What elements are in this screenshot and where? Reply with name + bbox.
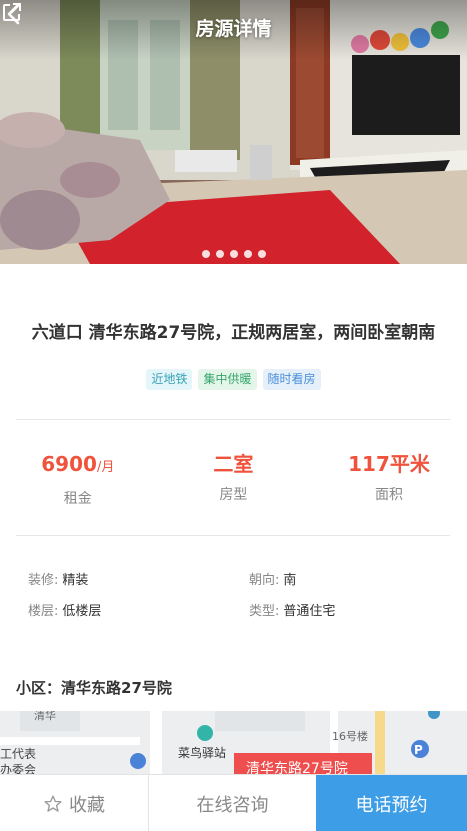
parcel-station-pin-icon: [197, 725, 213, 741]
tag-central-heating: 集中供暖: [198, 369, 257, 390]
online-consult-button[interactable]: 在线咨询: [149, 775, 316, 831]
page-title: 房源详情: [195, 18, 272, 40]
divider: [16, 535, 450, 536]
listing-photo[interactable]: 房源详情: [0, 0, 467, 264]
attr-orientation: 朝向: 南: [249, 573, 297, 588]
attr-floor: 楼层: 低楼层: [28, 604, 102, 619]
attr-decoration: 装修: 精装: [28, 573, 89, 588]
area-label: 面积: [374, 487, 403, 503]
area-value: 117平米: [348, 452, 430, 476]
gallery-dot[interactable]: [229, 250, 238, 258]
parking-icon: [130, 753, 146, 769]
stat-rent: 6900/月 租金: [0, 450, 156, 508]
rent-value: 6900/月: [41, 452, 115, 476]
map-label-station: 菜鸟驿站: [178, 746, 227, 760]
favorite-label: 收藏: [69, 794, 105, 816]
key-stats: 6900/月 租金 二室 房型 117平米 面积: [0, 450, 467, 508]
map-label-committee-1: 工代表: [0, 747, 37, 761]
map-illustration: P: [0, 711, 467, 776]
community-name: 小区：清华东路27号院: [16, 679, 172, 697]
gallery-pagination: [0, 250, 467, 258]
attr-type: 类型: 普通住宅: [249, 604, 336, 619]
listing-title: 六道口 清华东路27号院，正规两居室，两间卧室朝南: [31, 323, 436, 343]
tag-viewing-anytime: 随时看房: [262, 369, 321, 390]
gallery-dot[interactable]: [257, 250, 266, 258]
tag-near-subway: 近地铁: [146, 369, 193, 390]
layout-value: 二室: [213, 452, 254, 476]
top-navigation-bar: 房源详情: [0, 0, 467, 54]
map-label-building: 16号楼: [332, 730, 368, 743]
favorite-button[interactable]: 收藏: [0, 775, 149, 831]
svg-text:P: P: [414, 743, 423, 757]
share-icon[interactable]: [0, 0, 24, 24]
feature-tags: 近地铁 集中供暖 随时看房: [0, 369, 467, 390]
stat-area: 117平米 面积: [311, 450, 467, 508]
stat-layout: 二室 房型: [156, 450, 312, 508]
bottom-action-bar: 收藏 在线咨询 电话预约: [0, 774, 467, 831]
location-map[interactable]: P 清华 菜鸟驿站 16号楼 工代表 办委会 清华东路27号院: [0, 711, 467, 776]
map-label-top: 清华: [34, 711, 56, 722]
phone-booking-button[interactable]: 电话预约: [316, 775, 467, 831]
rent-label: 租金: [63, 491, 92, 507]
layout-label: 房型: [219, 487, 248, 503]
gallery-dot[interactable]: [243, 250, 252, 258]
divider: [16, 419, 450, 420]
star-icon: [44, 794, 62, 812]
gallery-dot[interactable]: [215, 250, 224, 258]
gallery-dot[interactable]: [201, 250, 210, 258]
